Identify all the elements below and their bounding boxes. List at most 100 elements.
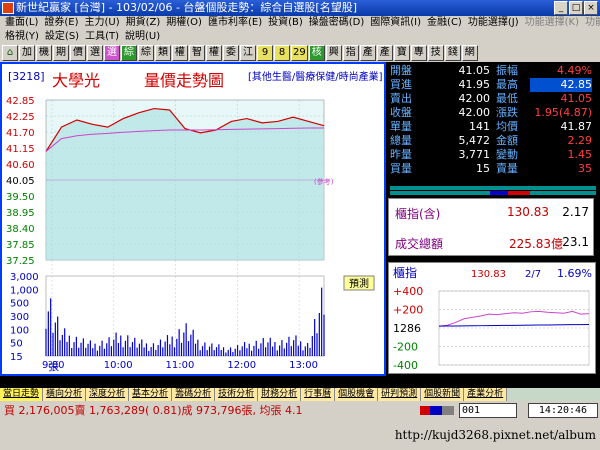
- menu-item-0[interactable]: 畫面(L): [2, 16, 41, 29]
- toolbar-button-8[interactable]: 類: [155, 45, 171, 61]
- toolbar-button-20[interactable]: 產: [359, 45, 376, 61]
- toolbar-button-24[interactable]: 技: [427, 45, 444, 61]
- volume-bar: [295, 335, 297, 356]
- toolbar-button-11[interactable]: 權: [206, 45, 222, 61]
- toolbar-button-23[interactable]: 專: [410, 45, 427, 61]
- volume-bar: [276, 350, 278, 356]
- menu-item-3[interactable]: 期貨(Z): [123, 16, 164, 29]
- tab-10[interactable]: 個股新聞: [421, 388, 465, 401]
- toolbar-button-5[interactable]: 選: [104, 45, 120, 61]
- time-tick: 11:00: [166, 360, 195, 371]
- volume-bar: [264, 347, 267, 356]
- volume-bar: [50, 298, 52, 356]
- tab-3[interactable]: 基本分析: [129, 388, 173, 401]
- toolbar-button-2[interactable]: 期: [53, 45, 69, 61]
- volume-bar: [180, 342, 183, 356]
- minimize-button[interactable]: _: [554, 1, 568, 15]
- volume-bar: [152, 343, 155, 356]
- tab-5[interactable]: 技術分析: [215, 388, 259, 401]
- volume-bar: [239, 350, 241, 356]
- toolbar-button-15[interactable]: 8: [274, 45, 290, 61]
- toolbar-button-16[interactable]: 29: [291, 45, 308, 61]
- tab-4[interactable]: 籌碼分析: [172, 388, 216, 401]
- menu-item-11[interactable]: 功能選擇(K): [522, 16, 582, 29]
- menu-item-12[interactable]: 功能選擇: [582, 16, 600, 29]
- toolbar-button-0[interactable]: 加: [19, 45, 35, 61]
- volume-bar: [141, 339, 143, 356]
- toolbar-button-18[interactable]: 興: [325, 45, 342, 61]
- tab-1[interactable]: 橫向分析: [43, 388, 87, 401]
- quote-label: 收盤: [390, 106, 412, 119]
- quote-value: 5,472: [458, 134, 491, 147]
- menu-item-10[interactable]: 功能選擇(J): [465, 16, 522, 29]
- volume-bar: [281, 340, 283, 356]
- menu-item-4[interactable]: 期權(O): [163, 16, 205, 29]
- menu2-item-0[interactable]: 格視(Y): [2, 30, 42, 43]
- menu-item-5[interactable]: 匯市利率(E): [205, 16, 265, 29]
- index-label: 櫃指(含): [395, 207, 441, 221]
- maximize-button[interactable]: □: [569, 1, 583, 15]
- menu-item-6[interactable]: 投資(B): [265, 16, 306, 29]
- tab-6[interactable]: 財務分析: [258, 388, 302, 401]
- price-tick: 37.25: [6, 256, 35, 267]
- volume-bar: [253, 345, 255, 356]
- toolbar-button-13[interactable]: 江: [240, 45, 256, 61]
- volume-bar: [290, 346, 292, 356]
- menu2-item-3[interactable]: 說明(U): [122, 30, 163, 43]
- toolbar-button-21[interactable]: 產: [376, 45, 393, 61]
- tab-7[interactable]: 行事曆: [301, 388, 336, 401]
- tab-9[interactable]: 研判預測: [378, 388, 422, 401]
- quote-value: 1.45: [567, 148, 593, 161]
- price-tick: 42.85: [6, 96, 35, 107]
- toolbar-button-14[interactable]: 9: [257, 45, 273, 61]
- menu-item-7[interactable]: 操盤密碼(D): [306, 16, 368, 29]
- quote-value: 41.05: [560, 92, 593, 105]
- price-volume-chart: [3218] 大學光 量價走勢圖 [其他生醫/醫療保健/時尚產業] 42.854…: [2, 64, 384, 374]
- volume-bar: [159, 339, 162, 356]
- status-bar: 買 2,176,005賣 1,763,289( 0.81)成 973,796張,…: [0, 401, 600, 420]
- volume-bar: [199, 350, 201, 356]
- bottom-tabs: 當日走勢 橫向分析 深度分析 基本分析 籌碼分析 技術分析 財務分析 行事曆 個股機會 研判預測個…: [0, 388, 600, 401]
- volume-bar: [162, 347, 164, 356]
- menu2-item-2[interactable]: 工具(T): [82, 30, 122, 43]
- home-icon[interactable]: ⌂: [2, 45, 18, 61]
- toolbar-button-7[interactable]: 綜: [138, 45, 154, 61]
- tab-11[interactable]: 產業分析: [464, 388, 508, 401]
- close-button[interactable]: ×: [584, 1, 598, 15]
- tab-2[interactable]: 深度分析: [86, 388, 130, 401]
- toolbar-button-1[interactable]: 機: [36, 45, 52, 61]
- menu-item-2[interactable]: 主力(U): [82, 16, 123, 29]
- tab-8[interactable]: 個股機會: [335, 388, 379, 401]
- volume-bar: [120, 335, 122, 356]
- volume-bar: [59, 340, 61, 356]
- volume-tick: 3,000: [10, 272, 39, 283]
- menu-item-1[interactable]: 證券(E): [41, 16, 81, 29]
- stock-code-input[interactable]: 001: [459, 403, 517, 418]
- toolbar-button-6[interactable]: 綜: [121, 45, 137, 61]
- status-indicator: [420, 406, 454, 415]
- toolbar-button-12[interactable]: 委: [223, 45, 239, 61]
- toolbar-button-10[interactable]: 智: [189, 45, 205, 61]
- volume-bar: [124, 340, 127, 356]
- volume-bar: [176, 338, 178, 356]
- menu2-item-1[interactable]: 設定(S): [42, 30, 82, 43]
- menu-item-8[interactable]: 國際資訊(I): [367, 16, 424, 29]
- predict-button-label[interactable]: 預測: [349, 277, 369, 290]
- menu-item-9[interactable]: 金融(C): [424, 16, 465, 29]
- toolbar-button-4[interactable]: 選: [87, 45, 103, 61]
- turnover-label: 成交總額: [395, 237, 444, 251]
- menu-row-2: 格視(Y) 設定(S) 工具(T) 說明(U): [2, 30, 163, 43]
- toolbar-button-9[interactable]: 權: [172, 45, 188, 61]
- toolbar-button-17[interactable]: 核: [308, 45, 325, 61]
- toolbar-button-22[interactable]: 寶: [393, 45, 410, 61]
- quote-label: 均價: [496, 120, 518, 133]
- price-tick: 41.70: [6, 128, 35, 139]
- tab-0[interactable]: 當日走勢: [0, 388, 44, 401]
- volume-bar: [68, 335, 70, 356]
- toolbar-button-26[interactable]: 網: [461, 45, 478, 61]
- toolbar-button-25[interactable]: 錢: [444, 45, 461, 61]
- toolbar-button-19[interactable]: 指: [342, 45, 359, 61]
- toolbar-button-3[interactable]: 價: [70, 45, 86, 61]
- price-tick: 38.95: [6, 208, 35, 219]
- quote-label: 買量: [390, 162, 412, 175]
